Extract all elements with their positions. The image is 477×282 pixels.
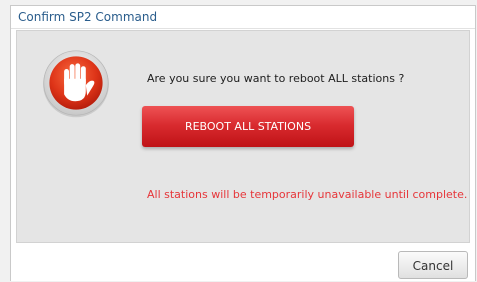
confirm-question: Are you sure you want to reboot ALL stat… xyxy=(147,72,405,85)
dialog-titlebar: Confirm SP2 Command xyxy=(11,6,475,29)
confirm-dialog: Confirm SP2 Command Are you sure you wan… xyxy=(10,5,476,281)
dialog-footer: Cancel xyxy=(11,245,475,281)
reboot-all-stations-button[interactable]: REBOOT ALL STATIONS xyxy=(142,106,354,147)
warning-message: All stations will be temporarily unavail… xyxy=(147,188,468,201)
stop-hand-icon xyxy=(43,50,109,118)
dialog-content: Are you sure you want to reboot ALL stat… xyxy=(16,30,470,243)
cancel-button[interactable]: Cancel xyxy=(398,251,468,279)
dialog-title: Confirm SP2 Command xyxy=(18,10,158,24)
